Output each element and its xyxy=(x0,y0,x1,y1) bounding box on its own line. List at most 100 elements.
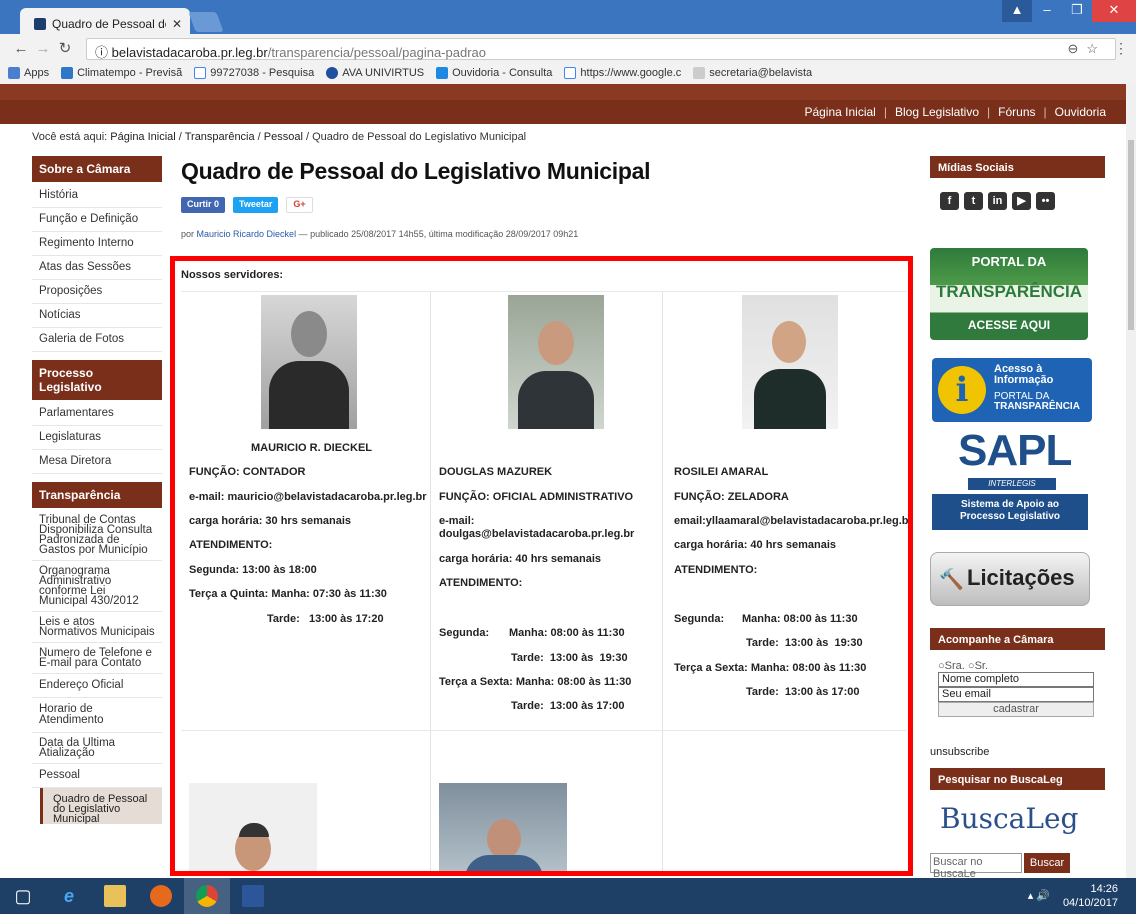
nav-separator: | xyxy=(883,105,887,119)
bookmark-secretaria[interactable]: secretaria@belavista xyxy=(693,67,812,79)
firefox-icon[interactable] xyxy=(138,878,184,914)
bookmark-climatempo[interactable]: Climatempo - Previsã xyxy=(61,67,182,79)
nav-foruns[interactable]: Fóruns xyxy=(998,105,1035,119)
breadcrumb-home[interactable]: Página Inicial xyxy=(110,131,175,143)
minimize-icon[interactable]: – xyxy=(1032,0,1062,22)
flickr-icon[interactable]: •• xyxy=(1036,192,1055,210)
sidebar-item-legislaturas[interactable]: Legislaturas xyxy=(32,426,162,450)
sidebar-item-telefone[interactable]: Numero de Telefone e E-mail para Contato xyxy=(32,643,162,674)
browser-tab[interactable]: Quadro de Pessoal do Le ✕ xyxy=(20,8,190,34)
internet-explorer-icon[interactable]: e xyxy=(46,878,92,914)
sidebar-item-proposicoes[interactable]: Proposições xyxy=(32,280,162,304)
staff-photo-mauricio xyxy=(261,295,357,429)
sidebar-item-mesa[interactable]: Mesa Diretora xyxy=(32,450,162,474)
sidebar-item-parlamentares[interactable]: Parlamentares xyxy=(32,402,162,426)
sidebar-section-transparencia: Transparência xyxy=(32,482,162,508)
left-sidebar: Sobre a Câmara História Função e Definiç… xyxy=(32,156,162,824)
sidebar-item-pessoal[interactable]: Pessoal xyxy=(32,764,162,788)
tab-close-icon[interactable]: ✕ xyxy=(172,17,182,31)
breadcrumb-pessoal[interactable]: Pessoal xyxy=(264,131,303,143)
breadcrumb: Você está aqui: Página Inicial / Transpa… xyxy=(32,131,527,143)
close-window-icon[interactable]: ✕ xyxy=(1092,0,1136,22)
unsubscribe-link[interactable]: unsubscribe xyxy=(930,746,989,758)
buscar-button[interactable]: Buscar xyxy=(1024,853,1070,873)
gplus-button[interactable]: G+ xyxy=(286,197,313,213)
email-input[interactable]: Seu email xyxy=(938,687,1094,702)
sidebar-item-galeria[interactable]: Galeria de Fotos xyxy=(32,328,162,352)
radio-sr[interactable]: ○ xyxy=(968,660,975,672)
bookmark-apps[interactable]: Apps xyxy=(8,67,49,79)
staff-carga-mauricio: carga horária: 30 hrs semanais xyxy=(189,515,352,527)
bookmark-google[interactable]: https://www.google.c xyxy=(564,67,681,79)
word-icon[interactable] xyxy=(230,878,276,914)
facebook-like-button[interactable]: Curtir 0 xyxy=(181,197,226,213)
breadcrumb-current: Quadro de Pessoal do Legislativo Municip… xyxy=(312,131,527,143)
staff-h3-douglas: Terça a Sexta: Manha: 08:00 às 11:30 xyxy=(439,676,632,688)
restore-icon[interactable]: ❐ xyxy=(1062,0,1092,22)
staff-email-mauricio: e-mail: mauricio@belavistadacaroba.pr.le… xyxy=(189,491,427,503)
google-icon xyxy=(564,67,577,79)
buscaleg-input[interactable]: Buscar no BuscaLe xyxy=(930,853,1022,878)
page-title: Quadro de Pessoal do Legislativo Municip… xyxy=(181,158,651,184)
sidebar-item-atas[interactable]: Atas das Sessões xyxy=(32,256,162,280)
staff-h2-douglas: Tarde: 13:00 às 19:30 xyxy=(511,652,628,664)
taskbar-clock[interactable]: 14:26 04/10/2017 xyxy=(1063,882,1118,910)
acesso-informacao-banner[interactable]: i Acesso à Informação PORTAL DA TRANSPARÊN… xyxy=(932,358,1092,422)
reload-icon[interactable]: ↻ xyxy=(54,39,76,57)
sidebar-item-data[interactable]: Data da Ultima Atialização xyxy=(32,733,162,764)
zoom-star-icons[interactable]: ⊖☆ xyxy=(1067,41,1106,57)
author-link[interactable]: Mauricio Ricardo Dieckel xyxy=(197,229,297,239)
breadcrumb-transparencia[interactable]: Transparência xyxy=(185,131,255,143)
scrollbar-thumb[interactable] xyxy=(1128,140,1134,330)
sidebar-subitem-quadro[interactable]: Quadro de Pessoal do Legislativo Municip… xyxy=(40,788,162,824)
bookmark-ava[interactable]: AVA UNIVIRTUS xyxy=(326,67,424,79)
share-buttons: Curtir 0 Tweetar G+ xyxy=(181,197,916,213)
chrome-icon[interactable] xyxy=(184,878,230,914)
nav-pagina-inicial[interactable]: Página Inicial xyxy=(804,105,875,119)
sidebar-item-funcao[interactable]: Função e Definição xyxy=(32,208,162,232)
portal-transparencia-banner[interactable]: PORTAL DA TRANSPARÊNCIA ACESSE AQUI xyxy=(930,248,1088,340)
cadastrar-button[interactable]: cadastrar xyxy=(938,702,1094,717)
bookmark-pesquisa[interactable]: 99727038 - Pesquisa xyxy=(194,67,314,79)
staff-h1-mauricio: Segunda: 13:00 às 18:00 xyxy=(189,564,317,576)
sidebar-item-horario[interactable]: Horario de Atendimento xyxy=(32,698,162,733)
nav-blog[interactable]: Blog Legislativo xyxy=(895,105,979,119)
user-icon[interactable]: ▲ xyxy=(1002,0,1032,22)
tab-title: Quadro de Pessoal do Le xyxy=(52,16,166,31)
new-tab-button[interactable] xyxy=(188,12,224,32)
youtube-icon[interactable]: ▶ xyxy=(1012,192,1031,210)
facebook-icon[interactable]: f xyxy=(940,192,959,210)
staff-email-douglas: doulgas@belavistadacaroba.pr.leg.br xyxy=(439,528,635,540)
sidebar-section-sobre: Sobre a Câmara xyxy=(32,156,162,182)
staff-atend-mauricio: ATENDIMENTO: xyxy=(189,539,273,551)
sidebar-item-tribunal[interactable]: Tribunal de Contas Disponibiliza Consult… xyxy=(32,510,162,561)
menu-icon[interactable]: ⋮ xyxy=(1114,40,1128,57)
bookmark-ouvidoria[interactable]: Ouvidoria - Consulta xyxy=(436,67,552,79)
site-header-strip xyxy=(0,84,1126,100)
twitter-icon[interactable]: t xyxy=(964,192,983,210)
sidebar-item-regimento[interactable]: Regimento Interno xyxy=(32,232,162,256)
forward-icon[interactable]: → xyxy=(32,40,54,57)
sidebar-item-endereco[interactable]: Endereço Oficial xyxy=(32,674,162,698)
nav-separator: | xyxy=(987,105,991,119)
radio-sra[interactable]: ○ xyxy=(938,660,945,672)
staff-funcao-rosilei: FUNÇÃO: ZELADORA xyxy=(674,491,789,503)
nav-ouvidoria[interactable]: Ouvidoria xyxy=(1055,105,1106,119)
sidebar-item-noticias[interactable]: Notícias xyxy=(32,304,162,328)
file-explorer-icon[interactable] xyxy=(92,878,138,914)
back-icon[interactable]: ← xyxy=(10,40,32,57)
nome-input[interactable]: Nome completo xyxy=(938,672,1094,687)
staff-name-douglas: DOUGLAS MAZUREK xyxy=(439,466,553,478)
sidebar-item-leis[interactable]: Leis e atos Normativos Municipais xyxy=(32,612,162,643)
licitacoes-banner[interactable]: 🔨 Licitações xyxy=(930,552,1090,606)
info-icon[interactable]: ⓘ xyxy=(95,45,112,60)
sidebar-item-organograma[interactable]: Organograma Administrativo conforme Lei … xyxy=(32,561,162,612)
tray-icons[interactable]: ▴ 🔊 xyxy=(1028,889,1050,902)
linkedin-icon[interactable]: in xyxy=(988,192,1007,210)
sidebar-item-historia[interactable]: História xyxy=(32,184,162,208)
task-view-icon[interactable]: ▢ xyxy=(0,878,46,914)
sapl-banner[interactable]: SAPL INTERLEGIS Sistema de Apoio ao Proce… xyxy=(930,424,1090,534)
address-bar[interactable]: ⓘ belavistadacaroba.pr.leg.br/transparen… xyxy=(86,38,1116,60)
tweet-button[interactable]: Tweetar xyxy=(233,197,279,213)
main-content: Quadro de Pessoal do Legislativo Municip… xyxy=(181,158,916,239)
